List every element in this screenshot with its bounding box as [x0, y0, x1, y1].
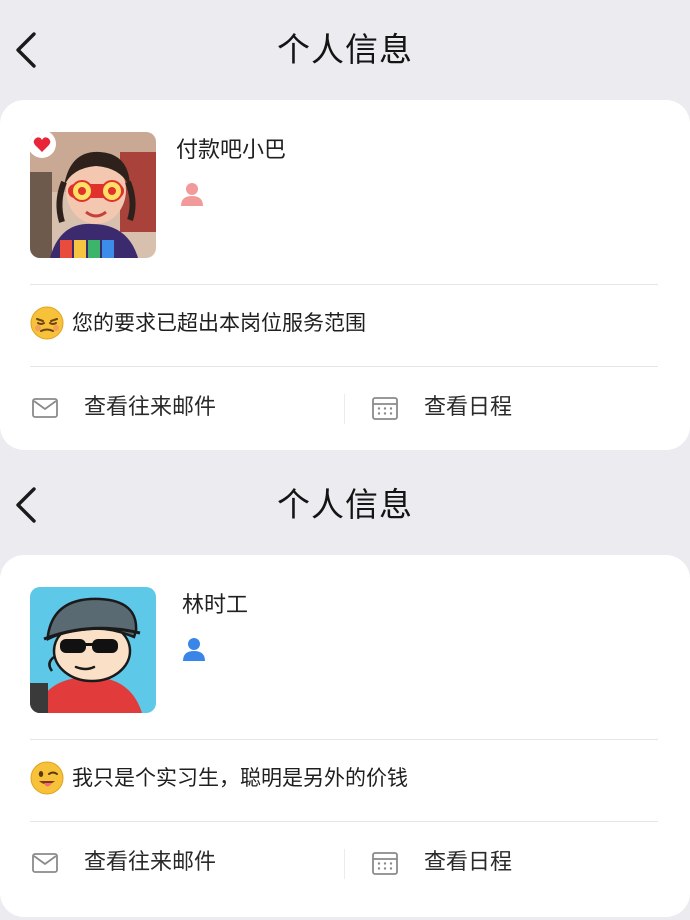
action-separator: [344, 394, 345, 424]
page-title: 个人信息: [277, 485, 413, 524]
view-schedule-button[interactable]: 查看日程: [370, 843, 512, 883]
user-name: 林时工: [182, 593, 249, 618]
action-separator: [344, 849, 345, 879]
mail-icon: [30, 393, 60, 423]
sleepy-face-icon: [30, 306, 64, 340]
divider: [30, 366, 658, 367]
divider: [30, 821, 658, 822]
winking-tongue-face-icon: [30, 761, 64, 795]
nav-bar: 个人信息: [0, 455, 690, 555]
status-message: 您的要求已超出本岗位服务范围: [72, 311, 366, 335]
action-bar: 查看往来邮件 查看日程: [0, 368, 690, 448]
view-mail-button[interactable]: 查看往来邮件: [30, 843, 216, 883]
divider: [30, 739, 658, 740]
calendar-icon: [370, 848, 400, 878]
nav-bar: 个人信息: [0, 0, 690, 100]
person-icon: [180, 635, 208, 663]
calendar-icon: [370, 393, 400, 423]
view-mail-label: 查看往来邮件: [84, 850, 217, 875]
profile-screen-2: 个人信息 林时工 我只是个实习生，聪明是另外的价钱 查看往来邮件 查看日程: [0, 455, 690, 920]
status-row: 我只是个实习生，聪明是另外的价钱: [30, 758, 408, 798]
profile-card: 林时工 我只是个实习生，聪明是另外的价钱 查看往来邮件 查看日程: [0, 555, 690, 917]
status-row: 您的要求已超出本岗位服务范围: [30, 303, 366, 343]
view-mail-button[interactable]: 查看往来邮件: [30, 388, 216, 428]
person-icon: [178, 180, 206, 208]
view-schedule-label: 查看日程: [424, 395, 513, 420]
status-message: 我只是个实习生，聪明是另外的价钱: [72, 766, 408, 790]
page-title: 个人信息: [277, 30, 413, 69]
action-bar: 查看往来邮件 查看日程: [0, 823, 690, 903]
divider: [30, 284, 658, 285]
user-name: 付款吧小巴: [176, 138, 287, 163]
view-mail-label: 查看往来邮件: [84, 395, 217, 420]
profile-card: 付款吧小巴 您的要求已超出本岗位服务范围 查看往来邮件 查看日程: [0, 100, 690, 450]
profile-screen-1: 个人信息 付款吧小巴 您的要求已超出本岗位服务范围 查看往来邮件 查看日程: [0, 0, 690, 460]
view-schedule-button[interactable]: 查看日程: [370, 388, 512, 428]
avatar[interactable]: [30, 132, 156, 258]
avatar[interactable]: [30, 587, 156, 713]
mail-icon: [30, 848, 60, 878]
view-schedule-label: 查看日程: [424, 850, 513, 875]
